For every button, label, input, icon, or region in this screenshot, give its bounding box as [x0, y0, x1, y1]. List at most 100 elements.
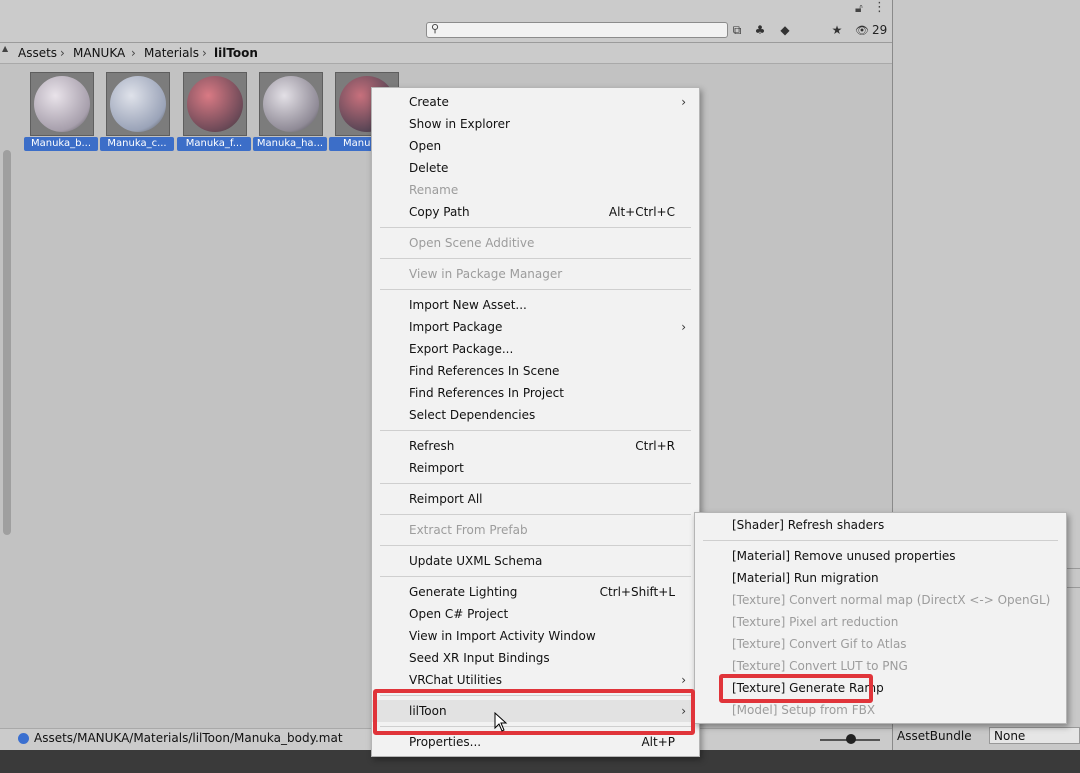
asset-thumbnail[interactable] — [30, 72, 94, 136]
menu-separator — [380, 289, 691, 290]
chevron-right-icon: › — [131, 46, 136, 60]
menu-separator — [380, 483, 691, 484]
menu-item-label: [Material] Run migration — [732, 571, 879, 585]
breadcrumb-manuka[interactable]: MANUKA — [73, 43, 125, 63]
chevron-right-icon: › — [681, 95, 686, 109]
material-sphere — [263, 76, 319, 132]
menu-item-label: Open — [409, 139, 442, 153]
asset-label[interactable]: Manuka_b... — [24, 137, 98, 151]
menu-item-reimport[interactable]: Reimport — [372, 457, 699, 479]
menu-item-rename: Rename — [372, 179, 699, 201]
asset-thumbnail[interactable] — [106, 72, 170, 136]
material-icon — [18, 733, 29, 744]
submenu-item-remove-unused-properties[interactable]: [Material] Remove unused properties — [695, 545, 1066, 567]
submenu-item-refresh-shaders[interactable]: [Shader] Refresh shaders — [695, 514, 1066, 536]
breadcrumb: Assets › MANUKA › Materials › lilToon — [0, 43, 892, 64]
menu-shortcut: Alt+Ctrl+C — [608, 205, 675, 219]
zoom-slider-handle[interactable] — [846, 734, 856, 744]
chevron-right-icon: › — [202, 46, 207, 60]
menu-separator — [703, 540, 1058, 541]
menu-item-label: Rename — [409, 183, 459, 197]
menu-separator — [380, 576, 691, 577]
menu-item-label: VRChat Utilities — [409, 673, 502, 687]
lock-icon[interactable]: 🔓︎ — [855, 1, 863, 16]
chevron-right-icon: › — [681, 673, 686, 687]
window-tab-strip: 🔓︎ ⋮ — [0, 0, 892, 18]
menu-item-label: Reimport All — [409, 492, 483, 506]
menu-item-label: Create — [409, 95, 449, 109]
menu-item-label: Open C# Project — [409, 607, 509, 621]
search-by-type-icon[interactable]: ⧉ — [727, 21, 747, 39]
highlight-liltoon — [373, 689, 695, 735]
menu-item-import-new-asset[interactable]: Import New Asset... — [372, 294, 699, 316]
menu-item-import-package[interactable]: Import Package › — [372, 316, 699, 338]
menu-item-show-in-explorer[interactable]: Show in Explorer — [372, 113, 699, 135]
menu-item-label: [Texture] Convert normal map (DirectX <-… — [732, 593, 1051, 607]
mouse-cursor-icon — [494, 712, 508, 732]
menu-item-find-references-in-project[interactable]: Find References In Project — [372, 382, 699, 404]
menu-item-open[interactable]: Open — [372, 135, 699, 157]
material-sphere — [34, 76, 90, 132]
hidden-eye-icon[interactable]: 👁︎ — [855, 24, 869, 37]
asset-thumbnail[interactable] — [259, 72, 323, 136]
menu-item-label: View in Package Manager — [409, 267, 563, 281]
menu-separator — [380, 430, 691, 431]
menu-item-view-import-activity[interactable]: View in Import Activity Window — [372, 625, 699, 647]
menu-item-update-uxml-schema[interactable]: Update UXML Schema — [372, 550, 699, 572]
menu-shortcut: Ctrl+Shift+L — [599, 585, 675, 599]
scroll-up-icon[interactable]: ▲ — [2, 44, 8, 53]
menu-shortcut: Ctrl+R — [635, 439, 675, 453]
menu-item-export-package[interactable]: Export Package... — [372, 338, 699, 360]
asset-bundle-dropdown[interactable]: None — [989, 727, 1080, 744]
menu-item-label: Refresh — [409, 439, 455, 453]
menu-item-label: [Material] Remove unused properties — [732, 549, 956, 563]
menu-item-view-in-package-manager: View in Package Manager — [372, 263, 699, 285]
hidden-count: 29 — [872, 23, 888, 37]
asset-bundle-label: AssetBundle — [897, 729, 972, 743]
menu-item-delete[interactable]: Delete — [372, 157, 699, 179]
scrollbar-thumb[interactable] — [3, 150, 11, 535]
more-options-icon[interactable]: ⋮ — [873, 0, 886, 15]
menu-item-generate-lighting[interactable]: Generate Lighting Ctrl+Shift+L — [372, 581, 699, 603]
menu-item-select-dependencies[interactable]: Select Dependencies — [372, 404, 699, 426]
asset-label[interactable]: Manuka_c... — [100, 137, 174, 151]
menu-item-refresh[interactable]: Refresh Ctrl+R — [372, 435, 699, 457]
menu-separator — [380, 514, 691, 515]
menu-item-label: Open Scene Additive — [409, 236, 535, 250]
menu-item-label: Extract From Prefab — [409, 523, 528, 537]
chevron-right-icon: › — [60, 46, 65, 60]
asset-label[interactable]: Manuka_ha... — [253, 137, 327, 151]
filter-by-type-icon[interactable]: ♣ — [750, 21, 770, 39]
selected-asset-path: Assets/MANUKA/Materials/lilToon/Manuka_b… — [34, 731, 343, 745]
submenu-item-convert-normal-map: [Texture] Convert normal map (DirectX <-… — [695, 589, 1066, 611]
menu-item-label: Generate Lighting — [409, 585, 518, 599]
favorite-star-icon[interactable]: ★ — [827, 21, 847, 39]
menu-item-copy-path[interactable]: Copy Path Alt+Ctrl+C — [372, 201, 699, 223]
menu-item-label: View in Import Activity Window — [409, 629, 596, 643]
asset-thumbnail[interactable] — [183, 72, 247, 136]
menu-item-label: Import Package — [409, 320, 503, 334]
menu-item-vrchat-utilities[interactable]: VRChat Utilities › — [372, 669, 699, 691]
material-sphere — [187, 76, 243, 132]
search-icon: ⚲ — [431, 22, 440, 35]
breadcrumb-liltoon[interactable]: lilToon — [214, 43, 258, 63]
menu-item-seed-xr-input-bindings[interactable]: Seed XR Input Bindings — [372, 647, 699, 669]
breadcrumb-materials[interactable]: Materials — [144, 43, 199, 63]
menu-item-reimport-all[interactable]: Reimport All — [372, 488, 699, 510]
menu-item-extract-from-prefab: Extract From Prefab — [372, 519, 699, 541]
search-field[interactable]: ⚲ — [426, 22, 728, 38]
search-input[interactable] — [443, 23, 721, 37]
submenu-item-run-migration[interactable]: [Material] Run migration — [695, 567, 1066, 589]
menu-item-find-references-in-scene[interactable]: Find References In Scene — [372, 360, 699, 382]
asset-label[interactable]: Manuka_f... — [177, 137, 251, 151]
menu-item-label: Update UXML Schema — [409, 554, 543, 568]
submenu-item-convert-gif-to-atlas: [Texture] Convert Gif to Atlas — [695, 633, 1066, 655]
menu-item-label: Select Dependencies — [409, 408, 536, 422]
menu-item-open-csharp-project[interactable]: Open C# Project — [372, 603, 699, 625]
submenu-item-pixel-art-reduction: [Texture] Pixel art reduction — [695, 611, 1066, 633]
menu-item-create[interactable]: Create › — [372, 91, 699, 113]
menu-item-label: Delete — [409, 161, 449, 175]
filter-by-label-icon[interactable]: ◆ — [775, 21, 795, 39]
breadcrumb-assets[interactable]: Assets — [18, 43, 57, 63]
chevron-right-icon: › — [681, 320, 686, 334]
